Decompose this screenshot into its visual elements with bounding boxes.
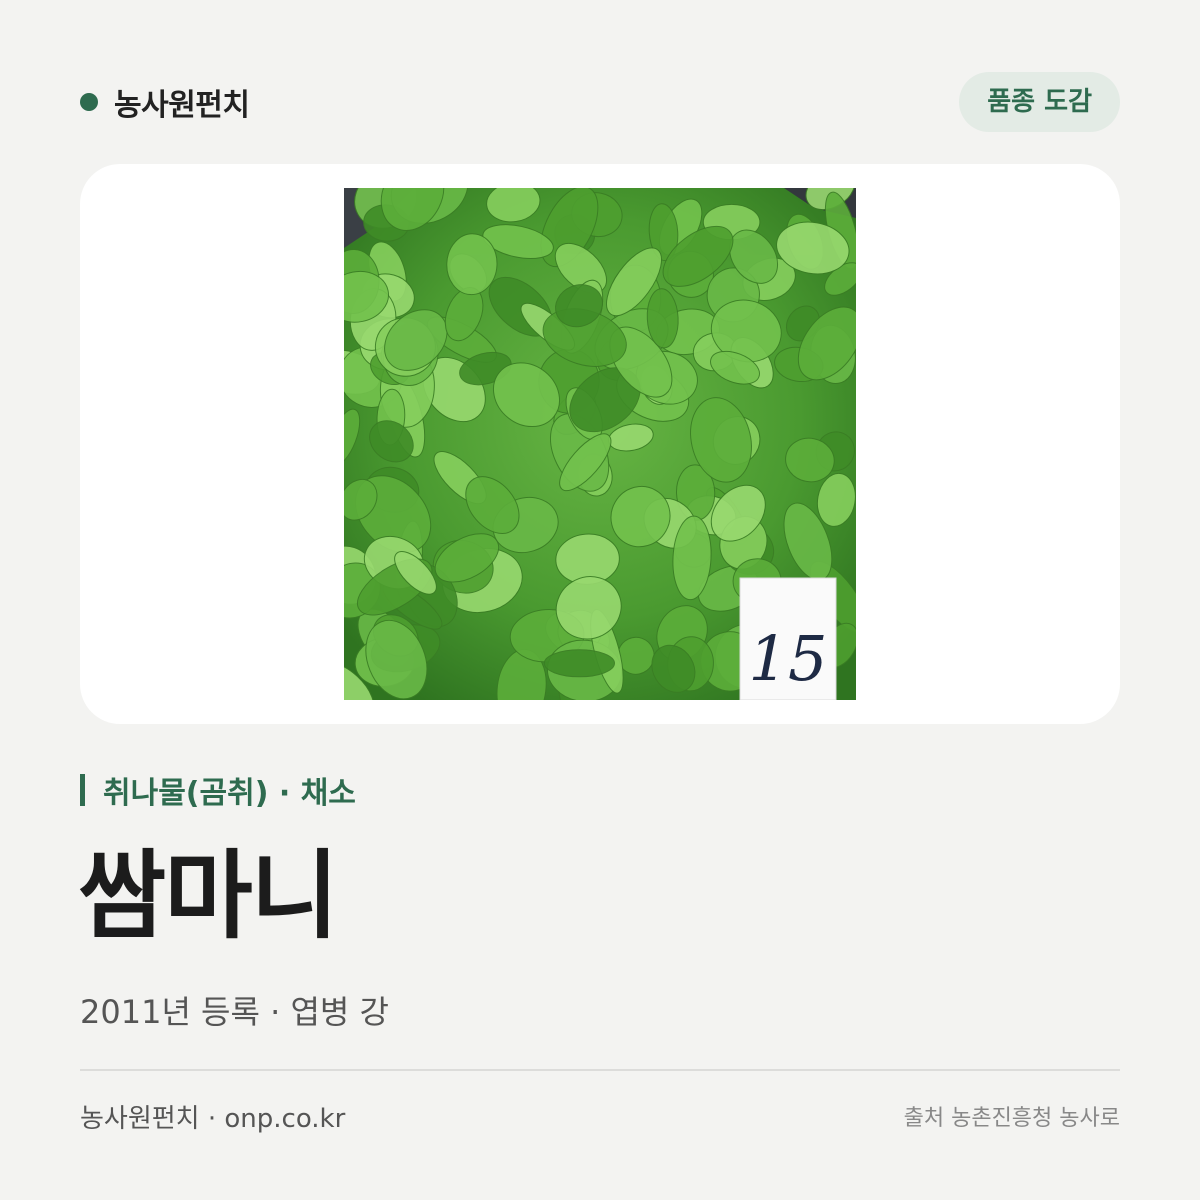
category-accent-bar (80, 774, 85, 806)
variety-category: 취나물(곰취) · 채소 (80, 770, 356, 811)
image-card: 15 (80, 164, 1120, 724)
leaf-shape (543, 649, 615, 678)
footer-source: 출처 농촌진흥청 농사로 (903, 1106, 1120, 1131)
brand[interactable]: 농사원펀치 (80, 80, 250, 124)
brand-name: 농사원펀치 (114, 88, 250, 123)
divider (80, 1069, 1120, 1071)
header: 농사원펀치 품종 도감 (80, 72, 1120, 132)
variety-meta: 2011년 등록 · 엽병 강 (80, 993, 389, 1031)
leaf-photo-illustration: 15 (344, 188, 856, 700)
footer-site[interactable]: 농사원펀치 · onp.co.kr (80, 1100, 345, 1138)
tag-label: 15 (749, 622, 828, 695)
variety-photo: 15 (344, 188, 856, 700)
category-badge[interactable]: 품종 도감 (959, 72, 1120, 132)
brand-dot-icon (80, 93, 98, 111)
category-text: 취나물(곰취) · 채소 (103, 776, 356, 811)
variety-name: 쌈마니 (78, 840, 339, 952)
